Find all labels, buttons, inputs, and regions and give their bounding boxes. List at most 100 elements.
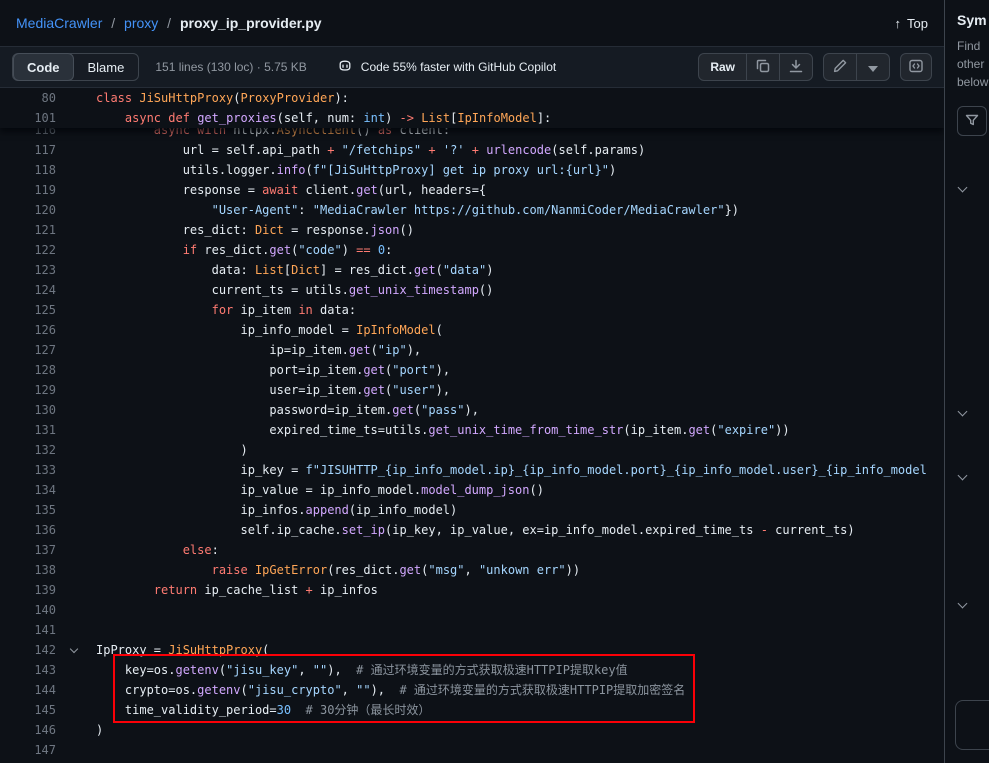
- back-to-top-link[interactable]: ↑ Top: [895, 16, 928, 31]
- line-number[interactable]: 117: [0, 140, 56, 160]
- fold-gutter: [56, 340, 96, 360]
- line-number[interactable]: 126: [0, 320, 56, 340]
- code-text: ): [96, 720, 103, 740]
- breadcrumb-separator: /: [111, 15, 115, 31]
- code-text: url = self.api_path + "/fetchips" + '?' …: [96, 140, 645, 160]
- code-line: 138 raise IpGetError(res_dict.get("msg",…: [0, 560, 944, 580]
- fold-gutter: [56, 640, 96, 660]
- code-text: key=os.getenv("jisu_key", ""), # 通过环境变量的…: [96, 660, 628, 680]
- line-number[interactable]: 128: [0, 360, 56, 380]
- code-text: user=ip_item.get("user"),: [96, 380, 450, 400]
- code-line: 125 for ip_item in data:: [0, 300, 944, 320]
- symbol-group-chevron-icon[interactable]: [958, 599, 968, 609]
- line-number[interactable]: 125: [0, 300, 56, 320]
- line-number[interactable]: 133: [0, 460, 56, 480]
- line-number[interactable]: 139: [0, 580, 56, 600]
- line-number[interactable]: 138: [0, 560, 56, 580]
- line-number[interactable]: 145: [0, 700, 56, 720]
- back-to-top-label: Top: [907, 16, 928, 31]
- line-number[interactable]: 135: [0, 500, 56, 520]
- file-meta-info: 151 lines (130 loc) · 5.75 KB: [155, 60, 306, 74]
- fold-gutter: [56, 740, 96, 760]
- code-area: 80class JiSuHttpProxy(ProxyProvider):101…: [0, 88, 944, 763]
- line-number[interactable]: 118: [0, 160, 56, 180]
- collapse-chevron-icon[interactable]: [70, 645, 78, 653]
- line-number[interactable]: 142: [0, 640, 56, 660]
- code-line: 141: [0, 620, 944, 640]
- main-column: MediaCrawler / proxy / proxy_ip_provider…: [0, 0, 944, 763]
- symbol-group-chevron-icon[interactable]: [958, 183, 968, 193]
- code-line: 124 current_ts = utils.get_unix_timestam…: [0, 280, 944, 300]
- fold-gutter: [56, 200, 96, 220]
- line-number[interactable]: 80: [0, 88, 56, 108]
- line-number[interactable]: 137: [0, 540, 56, 560]
- code-line: 140: [0, 600, 944, 620]
- line-number[interactable]: 147: [0, 740, 56, 760]
- fold-gutter: [56, 128, 96, 140]
- raw-button[interactable]: Raw: [699, 54, 746, 80]
- code-line: 126 ip_info_model = IpInfoModel(: [0, 320, 944, 340]
- line-number[interactable]: 132: [0, 440, 56, 460]
- fold-gutter: [56, 480, 96, 500]
- line-number[interactable]: 121: [0, 220, 56, 240]
- line-number[interactable]: 124: [0, 280, 56, 300]
- fold-gutter: [56, 620, 96, 640]
- code-line: 145 time_validity_period=30 # 30分钟（最长时效）: [0, 700, 944, 720]
- line-number[interactable]: 131: [0, 420, 56, 440]
- fold-gutter: [56, 540, 96, 560]
- edit-dropdown-button[interactable]: [857, 54, 889, 80]
- code-line: 123 data: List[Dict] = res_dict.get("dat…: [0, 260, 944, 280]
- code-text: current_ts = utils.get_unix_timestamp(): [96, 280, 493, 300]
- line-number[interactable]: 130: [0, 400, 56, 420]
- line-number[interactable]: 134: [0, 480, 56, 500]
- symbols-desc-line: Find: [957, 38, 989, 54]
- arrow-up-icon: ↑: [895, 16, 902, 31]
- line-number[interactable]: 129: [0, 380, 56, 400]
- code-line: 127 ip=ip_item.get("ip"),: [0, 340, 944, 360]
- line-number[interactable]: 120: [0, 200, 56, 220]
- filter-symbols-button[interactable]: [957, 106, 987, 136]
- line-number[interactable]: 140: [0, 600, 56, 620]
- line-number[interactable]: 123: [0, 260, 56, 280]
- code-text: raise IpGetError(res_dict.get("msg", "un…: [96, 560, 580, 580]
- line-number[interactable]: 141: [0, 620, 56, 640]
- tab-code[interactable]: Code: [13, 53, 74, 81]
- symbol-group-chevron-icon[interactable]: [958, 471, 968, 481]
- blob-toolbar: Code Blame 151 lines (130 loc) · 5.75 KB…: [0, 46, 944, 88]
- line-number[interactable]: 136: [0, 520, 56, 540]
- code-line: 129 user=ip_item.get("user"),: [0, 380, 944, 400]
- code-text: ip_key = f"JISUHTTP_{ip_info_model.ip}_{…: [96, 460, 927, 480]
- breadcrumb-repo-link[interactable]: MediaCrawler: [16, 15, 102, 31]
- fold-gutter: [56, 500, 96, 520]
- line-number[interactable]: 146: [0, 720, 56, 740]
- fold-gutter: [56, 240, 96, 260]
- code-text: ip_info_model = IpInfoModel(: [96, 320, 443, 340]
- fold-gutter: [56, 360, 96, 380]
- breadcrumb-folder-link[interactable]: proxy: [124, 15, 158, 31]
- fold-gutter: [56, 180, 96, 200]
- copilot-banner[interactable]: Code 55% faster with GitHub Copilot: [337, 58, 556, 77]
- code-line: 116 async with httpx.AsyncClient() as cl…: [0, 128, 944, 140]
- copy-raw-button[interactable]: [747, 54, 779, 80]
- line-number[interactable]: 127: [0, 340, 56, 360]
- line-number[interactable]: 122: [0, 240, 56, 260]
- line-number[interactable]: 119: [0, 180, 56, 200]
- tab-blame[interactable]: Blame: [74, 53, 139, 81]
- download-raw-button[interactable]: [780, 54, 812, 80]
- code-text: else:: [96, 540, 219, 560]
- symbol-group-chevron-icon[interactable]: [958, 407, 968, 417]
- edit-file-button[interactable]: [824, 54, 856, 80]
- copilot-banner-label: Code 55% faster with GitHub Copilot: [361, 60, 556, 74]
- code-text: IpProxy = JiSuHttpProxy(: [96, 640, 269, 660]
- pencil-icon: [832, 58, 848, 77]
- symbols-panel-toggle-button[interactable]: [900, 53, 932, 81]
- line-number[interactable]: 101: [0, 108, 56, 128]
- code-text: ip=ip_item.get("ip"),: [96, 340, 421, 360]
- code-text: self.ip_cache.set_ip(ip_key, ip_value, e…: [96, 520, 855, 540]
- download-icon: [788, 58, 804, 77]
- line-number[interactable]: 143: [0, 660, 56, 680]
- fold-gutter: [56, 560, 96, 580]
- line-number[interactable]: 144: [0, 680, 56, 700]
- line-number[interactable]: 116: [0, 128, 56, 140]
- fold-gutter: [56, 140, 96, 160]
